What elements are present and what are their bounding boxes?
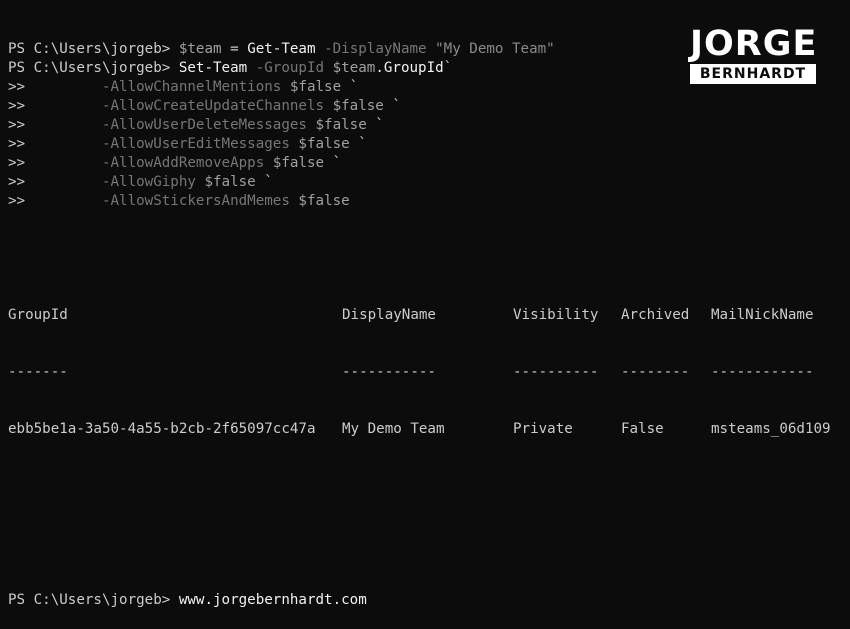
separator-groupid: ------- [8, 364, 68, 380]
header-displayname: DisplayName [342, 307, 436, 323]
separator-archived: -------- [621, 364, 690, 380]
command-line: >> -AllowUserEditMessages $false ` [8, 135, 850, 154]
command-line: >> -AllowUserDeleteMessages $false ` [8, 116, 850, 135]
logo-top-text: JORGE [690, 24, 818, 64]
command-segment: -AllowAddRemoveApps [101, 155, 265, 171]
command-segment: >> [8, 98, 102, 114]
command-segment: -AllowStickersAndMemes [101, 193, 290, 209]
cell-visibility: Private [513, 421, 573, 437]
command-segment: $team [178, 41, 222, 57]
separator-mailnickname: ------------ [711, 364, 814, 380]
command-segment: >> [8, 193, 102, 209]
brand-logo: JORGE BERNHARDT [690, 26, 816, 84]
command-segment: $false [281, 79, 342, 95]
prompt-text: PS C:\Users\jorgeb> [8, 592, 179, 608]
command-input[interactable]: www.jorgebernhardt.com [179, 592, 367, 608]
table-separator-row: ------- ----------- ---------- -------- … [8, 363, 850, 382]
command-segment: $false [195, 174, 256, 190]
cell-groupid: ebb5be1a-3a50-4a55-b2cb-2f65097cc47a [8, 421, 316, 437]
command-segment: Set-Team [178, 60, 248, 76]
header-groupid: GroupId [8, 307, 68, 323]
command-segment: >> [8, 155, 102, 171]
command-segment: $false [289, 193, 350, 209]
command-segment: -AllowUserDeleteMessages [101, 117, 307, 133]
command-line: >> -AllowAddRemoveApps $false ` [8, 154, 850, 173]
cell-displayname: My Demo Team [342, 421, 445, 437]
command-segment: $team [332, 60, 376, 76]
command-segment: = [221, 41, 248, 57]
logo-bottom-text: BERNHARDT [690, 64, 816, 84]
table-header-row: GroupId DisplayName Visibility Archived … [8, 306, 850, 325]
command-segment: "My Demo Team" [435, 41, 555, 57]
separator-visibility: ---------- [513, 364, 599, 380]
command-line: >> -AllowGiphy $false ` [8, 173, 850, 192]
command-segment: >> [8, 136, 102, 152]
command-segment: $false [264, 155, 325, 171]
command-segment: ` [383, 98, 401, 114]
command-segment: ` [443, 60, 453, 76]
command-segment: .GroupId [375, 60, 444, 76]
command-segment: PS C:\Users\jorgeb> [8, 60, 179, 76]
command-segment: >> [8, 79, 102, 95]
prompt-line[interactable]: PS C:\Users\jorgeb> www.jorgebernhardt.c… [8, 591, 850, 610]
command-line: >> -AllowCreateUpdateChannels $false ` [8, 97, 850, 116]
separator-displayname: ----------- [342, 364, 436, 380]
cell-mailnickname: msteams_06d109 [711, 421, 831, 437]
command-segment: -AllowCreateUpdateChannels [101, 98, 325, 114]
command-segment: Get-Team [247, 41, 316, 57]
header-visibility: Visibility [513, 307, 599, 323]
command-segment: $false [306, 117, 367, 133]
command-segment: ` [341, 79, 359, 95]
command-segment: ` [255, 174, 273, 190]
command-segment: >> [8, 117, 102, 133]
command-segment: ` [366, 117, 384, 133]
command-segment: ` [349, 136, 367, 152]
command-segment: ` [324, 155, 342, 171]
command-segment: $false [324, 98, 384, 114]
command-line: >> -AllowStickersAndMemes $false [8, 192, 850, 211]
header-archived: Archived [621, 307, 690, 323]
command-segment: >> [8, 174, 102, 190]
command-segment: -DisplayName [315, 41, 436, 57]
table-row: ebb5be1a-3a50-4a55-b2cb-2f65097cc47a My … [8, 420, 850, 439]
command-segment: -AllowChannelMentions [101, 79, 282, 95]
header-mailnickname: MailNickName [711, 307, 814, 323]
command-segment: PS C:\Users\jorgeb> [8, 41, 179, 57]
command-segment: $false [289, 136, 350, 152]
command-segment: -GroupId [247, 60, 333, 76]
command-segment: -AllowUserEditMessages [101, 136, 290, 152]
cell-archived: False [621, 421, 664, 437]
command-segment: -AllowGiphy [101, 174, 196, 190]
